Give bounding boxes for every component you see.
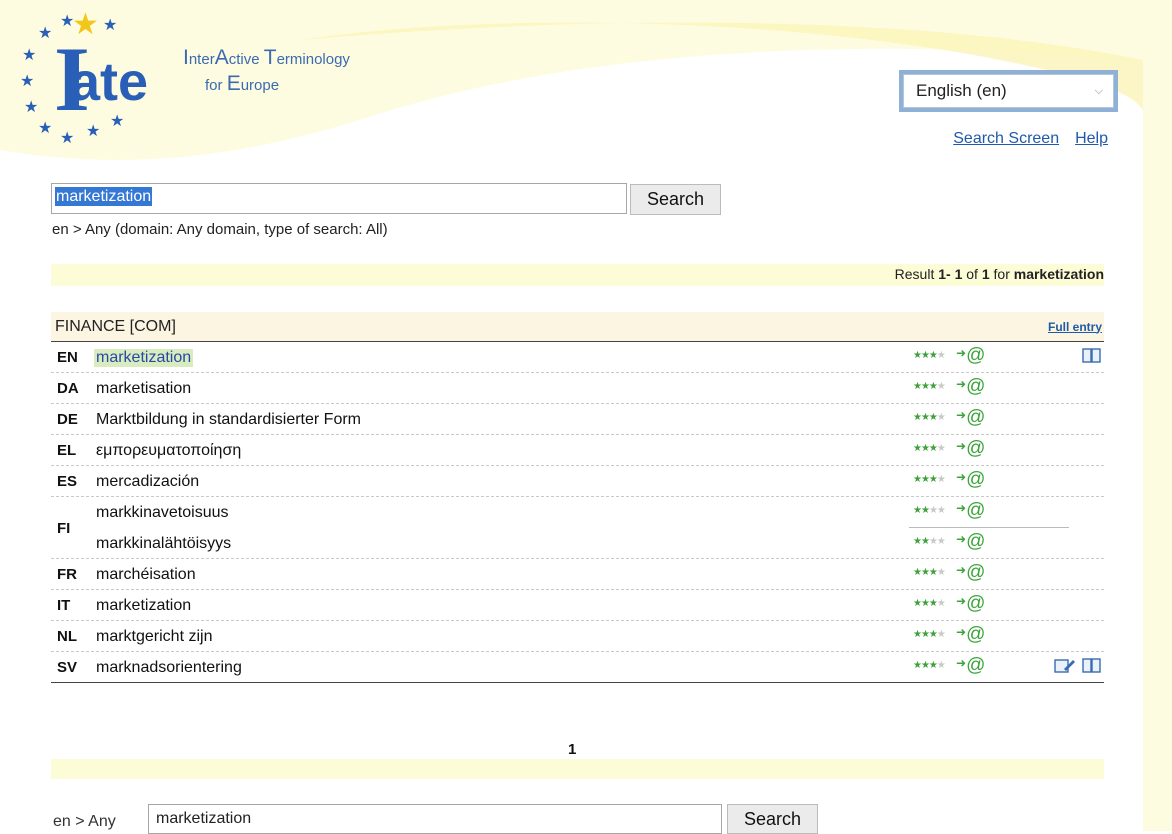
language-code: ES <box>57 473 78 490</box>
rating-stars-icon: ★★★★ <box>913 660 946 671</box>
email-feedback-icon[interactable]: ➜@ <box>956 469 985 491</box>
svg-text:★: ★ <box>86 121 100 140</box>
language-select[interactable]: English (en) ⌵ <box>903 74 1114 108</box>
rating-stars-icon: ★★★★ <box>913 567 946 578</box>
svg-text:★: ★ <box>20 71 34 90</box>
table-row: NL marktgericht zijn ★★★★ ➜@ <box>51 621 1104 652</box>
language-code: EN <box>57 349 78 366</box>
chevron-down-icon: ⌵ <box>1094 84 1103 97</box>
search-button[interactable]: Search <box>630 184 721 215</box>
bottom-search-input[interactable]: marketization <box>148 804 722 834</box>
language-code: DA <box>57 380 79 397</box>
table-row: EL εμπορευματοποίηση ★★★★ ➜@ <box>51 435 1104 466</box>
sub-term-row: markkinavetoisuus ★★★★ ➜@ <box>91 497 1104 528</box>
term-link[interactable]: marketization <box>94 349 194 367</box>
term-text: marketisation <box>96 380 192 397</box>
search-input[interactable]: marketization <box>51 183 627 214</box>
term-text: marktgericht zijn <box>96 628 213 645</box>
rating-stars-icon: ★★★★ <box>913 443 946 454</box>
term-text: marchéisation <box>96 566 196 583</box>
language-code: EL <box>57 442 77 459</box>
term-text: marketization <box>96 597 192 614</box>
rating-stars-icon: ★★★★ <box>913 412 946 423</box>
iate-logo-graphic: I ate ★★ ★ ★★★ ★★ ★ ★ ★ <box>20 7 148 147</box>
language-selected-value: English (en) <box>916 81 1007 100</box>
svg-text:ate: ate <box>70 52 148 112</box>
language-select-frame: English (en) ⌵ <box>899 70 1118 112</box>
sub-term-row: markkinalähtöisyys ★★★★ ➜@ <box>91 528 1104 559</box>
svg-text:★: ★ <box>103 15 117 34</box>
term-text: εμπορευματοποίηση <box>96 442 242 459</box>
top-links: Search Screen Help <box>953 130 1108 148</box>
logo-tagline: InterActive Terminology for Europe <box>183 46 350 95</box>
table-row: ES mercadización ★★★★ ➜@ <box>51 466 1104 497</box>
search-screen-link[interactable]: Search Screen <box>953 130 1059 148</box>
language-code: DE <box>57 411 78 428</box>
email-feedback-icon[interactable]: ➜@ <box>956 345 985 367</box>
language-code: NL <box>57 628 77 645</box>
email-feedback-icon[interactable]: ➜@ <box>956 376 985 398</box>
entry-table: FINANCE [COM] Full entry EN marketizatio… <box>51 312 1104 683</box>
email-feedback-icon[interactable]: ➜@ <box>956 562 985 584</box>
note-edit-icon[interactable] <box>1054 657 1076 675</box>
rating-stars-icon: ★★★★ <box>913 474 946 485</box>
rating-stars-icon: ★★★★ <box>913 381 946 392</box>
bottom-search-button[interactable]: Search <box>727 804 818 834</box>
rating-stars-icon: ★★★★ <box>913 350 946 361</box>
search-input-value: marketization <box>55 187 153 206</box>
bottom-bar <box>51 759 1104 779</box>
term-text: markkinavetoisuus <box>96 504 229 521</box>
language-code: FI <box>57 520 71 537</box>
svg-text:★: ★ <box>22 45 36 64</box>
svg-text:★: ★ <box>38 118 52 137</box>
domain-header: FINANCE [COM] Full entry <box>51 312 1104 342</box>
svg-text:★: ★ <box>110 111 124 130</box>
term-text: markkinalähtöisyys <box>96 535 232 552</box>
language-code: IT <box>57 597 71 614</box>
rating-stars-icon: ★★★★ <box>913 629 946 640</box>
table-row: DE Marktbildung in standardisierter Form… <box>51 404 1104 435</box>
table-row: SV marknadsorientering ★★★★ ➜@ <box>51 652 1104 683</box>
email-feedback-icon[interactable]: ➜@ <box>956 593 985 615</box>
email-feedback-icon[interactable]: ➜@ <box>956 500 985 522</box>
domain-label: FINANCE [COM] <box>55 317 176 335</box>
result-count: Result 1- 1 of 1 for marketization <box>894 266 1104 282</box>
table-row: FR marchéisation ★★★★ ➜@ <box>51 559 1104 590</box>
email-feedback-icon[interactable]: ➜@ <box>956 531 985 553</box>
rating-stars-icon: ★★★★ <box>913 505 946 516</box>
email-feedback-icon[interactable]: ➜@ <box>956 655 985 677</box>
book-icon[interactable] <box>1082 657 1102 675</box>
svg-text:★: ★ <box>38 23 52 42</box>
term-text: marknadsorientering <box>96 659 242 676</box>
svg-text:★: ★ <box>60 128 74 147</box>
book-icon[interactable] <box>1082 347 1102 365</box>
bottom-search-breadcrumb: en > Any <box>53 813 116 830</box>
iate-logo[interactable]: I ate ★ ★ ★ ★ ★ ★ ★ ★ ★ ★ ★ <box>20 7 170 158</box>
table-row: DA marketisation ★★★★ ➜@ <box>51 373 1104 404</box>
email-feedback-icon[interactable]: ➜@ <box>956 407 985 429</box>
pager-current-page[interactable]: 1 <box>568 741 576 758</box>
table-row: FI markkinavetoisuus ★★★★ ➜@ markkinaläh… <box>51 497 1104 559</box>
svg-text:★: ★ <box>72 8 99 42</box>
table-row: EN marketization ★★★★ ➜@ <box>51 342 1104 373</box>
help-link[interactable]: Help <box>1075 130 1108 148</box>
term-text: mercadización <box>96 473 200 490</box>
term-text: Marktbildung in standardisierter Form <box>96 411 361 428</box>
svg-text:★: ★ <box>24 97 38 116</box>
full-entry-link[interactable]: Full entry <box>1048 320 1102 334</box>
search-breadcrumb: en > Any (domain: Any domain, type of se… <box>52 221 388 238</box>
email-feedback-icon[interactable]: ➜@ <box>956 624 985 646</box>
email-feedback-icon[interactable]: ➜@ <box>956 438 985 460</box>
table-row: IT marketization ★★★★ ➜@ <box>51 590 1104 621</box>
language-code: SV <box>57 659 78 676</box>
rating-stars-icon: ★★★★ <box>913 598 946 609</box>
language-code: FR <box>57 566 77 583</box>
rating-stars-icon: ★★★★ <box>913 536 946 547</box>
